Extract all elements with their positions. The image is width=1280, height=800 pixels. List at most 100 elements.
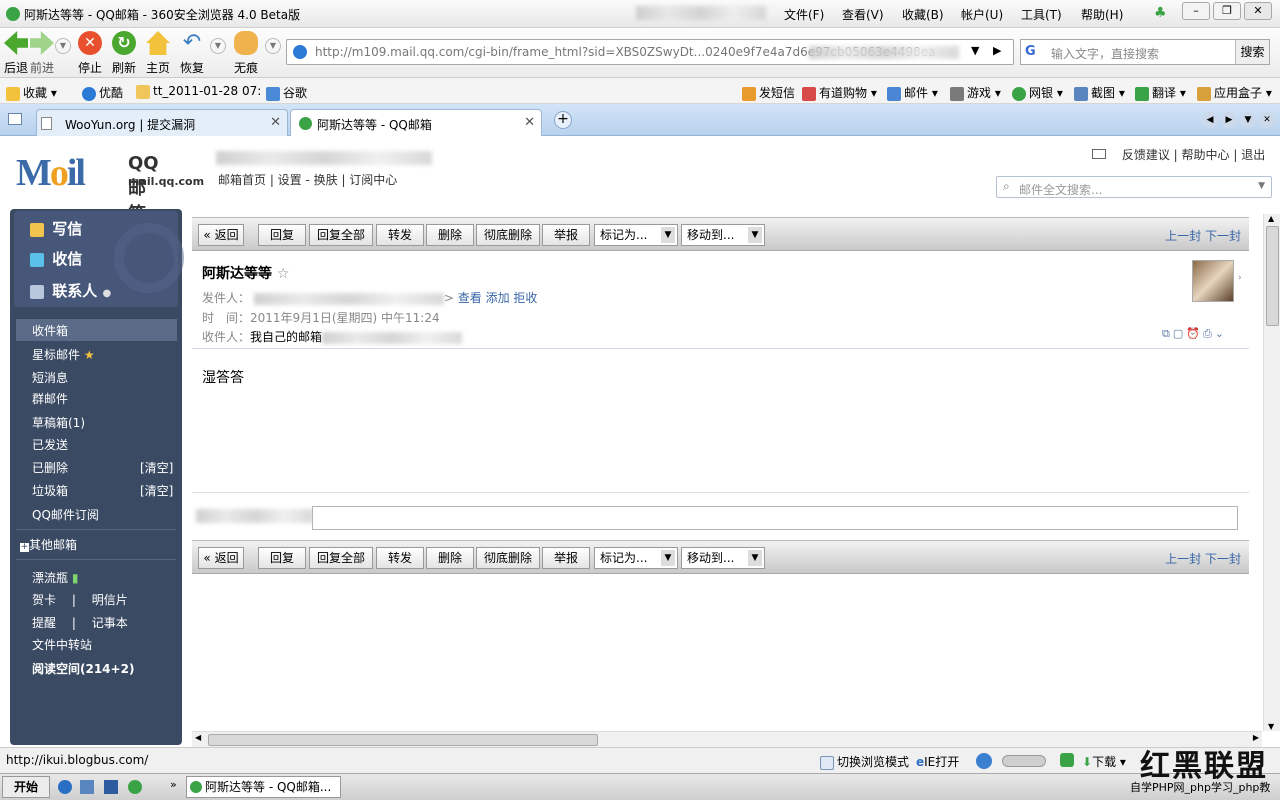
forward-button[interactable]: 前进 <box>26 31 58 76</box>
folder-starred[interactable]: 星标邮件 ★ <box>32 346 95 363</box>
folder-spam[interactable]: 垃圾箱 <box>32 482 68 499</box>
file-transfer[interactable]: 文件中转站 <box>32 636 92 653</box>
receive-button[interactable]: 收信 <box>30 248 82 269</box>
go-arrow-icon[interactable]: ▶ <box>993 44 1001 57</box>
chevron-right-icon[interactable]: › <box>1238 273 1242 283</box>
notrace-dropdown-icon[interactable]: ▼ <box>265 38 281 54</box>
stop-button[interactable]: ✕ 停止 <box>74 31 106 76</box>
new-window-icon[interactable]: ⧉ <box>1162 327 1173 340</box>
move-to-dropdown[interactable]: 移动到... ▼ <box>681 224 765 246</box>
folder-messages[interactable]: 短消息 <box>32 369 68 386</box>
forward-mail-button[interactable]: 转发 <box>376 547 424 569</box>
vertical-scrollbar[interactable]: ▲ ▼ <box>1263 214 1280 731</box>
menu-tools[interactable]: 工具(T) <box>1021 6 1062 23</box>
restore-button[interactable]: ↶ 恢复 <box>176 31 208 76</box>
reply-all-button[interactable]: 回复全部 <box>309 547 373 569</box>
feedback-link[interactable]: 反馈建议 <box>1122 148 1170 162</box>
sidebar-toggle-icon[interactable] <box>8 113 22 125</box>
reminder-link[interactable]: 提醒 <box>32 616 56 630</box>
menu-file[interactable]: 文件(F) <box>784 6 824 23</box>
globe-icon[interactable] <box>976 753 992 769</box>
back-to-list-button[interactable]: « 返回 <box>198 547 244 569</box>
report-button[interactable]: 举报 <box>542 547 590 569</box>
notepad-link[interactable]: 记事本 <box>92 616 128 630</box>
tab-close-icon[interactable]: ✕ <box>270 115 281 130</box>
browser-quicklaunch-icon[interactable] <box>128 780 142 794</box>
mark-as-dropdown[interactable]: 标记为... ▼ <box>594 547 678 569</box>
browser-search-box[interactable]: G 输入文字，直接搜索 搜索 <box>1020 39 1270 65</box>
favorites-menu[interactable]: 收藏 ▾ <box>6 84 57 101</box>
prev-mail-link[interactable]: 上一封 <box>1165 552 1201 566</box>
menu-account[interactable]: 帐户(U) <box>961 6 1003 23</box>
refresh-button[interactable]: ↻ 刷新 <box>108 31 140 76</box>
notrace-button[interactable]: 无痕 <box>230 31 262 76</box>
more-quicklaunch-icon[interactable]: » <box>170 778 177 791</box>
menu-help[interactable]: 帮助(H) <box>1081 6 1123 23</box>
history-dropdown-icon[interactable]: ▼ <box>55 38 71 54</box>
drift-bottle[interactable]: 漂流瓶 ▮ <box>32 569 78 586</box>
folder-inbox[interactable]: 收件箱 <box>16 319 177 341</box>
block-sender-link[interactable]: 拒收 <box>513 291 537 305</box>
tab-close-icon[interactable]: ✕ <box>524 115 535 130</box>
tab-list-icon[interactable]: ▼ <box>1240 112 1256 128</box>
write-button[interactable]: 写信 <box>30 218 82 239</box>
address-dropdown-icon[interactable]: ▼ <box>971 44 979 57</box>
folder-deleted[interactable]: 已删除 <box>32 459 68 476</box>
prev-mail-link[interactable]: 上一封 <box>1165 229 1201 243</box>
horizontal-scroll-thumb[interactable] <box>208 734 598 746</box>
tool-sms[interactable]: 发短信 <box>742 84 795 101</box>
folder-group-mail[interactable]: 群邮件 <box>32 390 68 407</box>
folder-drafts[interactable]: 草稿箱(1) <box>32 414 85 431</box>
alarm-icon[interactable]: ⏰ <box>1186 327 1203 340</box>
star-outline-icon[interactable]: ☆ <box>277 266 290 282</box>
scroll-down-icon[interactable]: ▼ <box>1268 722 1274 731</box>
tab-left-icon[interactable]: ◀ <box>1202 112 1218 128</box>
close-window-button[interactable]: ✕ <box>1244 2 1272 20</box>
qqmail-logo[interactable]: Moil QQ邮箱 mail.qq.com <box>16 151 204 225</box>
ie-open-button[interactable]: eIE打开 <box>916 753 959 770</box>
maximize-button[interactable]: ❐ <box>1213 2 1241 20</box>
taskbar-browser-item[interactable]: 阿斯达等等 - QQ邮箱... <box>186 776 341 798</box>
google-icon[interactable]: G <box>1025 44 1036 59</box>
report-button[interactable]: 举报 <box>542 224 590 246</box>
tab-right-icon[interactable]: ▶ <box>1221 112 1237 128</box>
reply-button[interactable]: 回复 <box>258 547 306 569</box>
sender-avatar[interactable] <box>1192 260 1234 302</box>
delete-button[interactable]: 删除 <box>426 547 474 569</box>
tool-mail[interactable]: 邮件 ▾ <box>887 84 938 101</box>
fav-tt[interactable]: tt_2011-01-28 07: <box>136 84 261 99</box>
mark-as-dropdown[interactable]: 标记为... ▼ <box>594 224 678 246</box>
tab-qqmail[interactable]: 阿斯达等等 - QQ邮箱 ✕ <box>290 109 542 136</box>
tool-bank[interactable]: 网银 ▾ <box>1012 84 1063 101</box>
tool-appbox[interactable]: 应用盒子 ▾ <box>1197 84 1272 101</box>
reply-all-button[interactable]: 回复全部 <box>309 224 373 246</box>
fav-google[interactable]: 谷歌 <box>266 84 307 101</box>
tool-translate[interactable]: 翻译 ▾ <box>1135 84 1186 101</box>
add-contact-link[interactable]: 添加 <box>486 291 510 305</box>
mail-search-input[interactable]: 邮件全文搜索... <box>1019 181 1102 198</box>
tool-games[interactable]: 游戏 ▾ <box>950 84 1001 101</box>
contacts-button[interactable]: 联系人 ● <box>30 280 111 301</box>
next-mail-link[interactable]: 下一封 <box>1205 552 1241 566</box>
skin-icon[interactable]: ♣ <box>1154 5 1167 21</box>
logout-link[interactable]: 退出 <box>1241 148 1265 162</box>
new-tab-icon[interactable]: + <box>554 111 572 129</box>
help-center-link[interactable]: 帮助中心 <box>1182 148 1230 162</box>
greeting-card-link[interactable]: 贺卡 <box>32 593 56 607</box>
expand-more-icon[interactable]: ⌄ <box>1215 327 1227 340</box>
print-icon[interactable]: ⎙ <box>1203 327 1215 340</box>
media-icon[interactable] <box>104 780 118 794</box>
tab-close-all-icon[interactable]: ✕ <box>1259 112 1275 128</box>
ie-quicklaunch-icon[interactable] <box>58 780 72 794</box>
clear-deleted-link[interactable]: [清空] <box>140 459 173 476</box>
tool-screenshot[interactable]: 截图 ▾ <box>1074 84 1125 101</box>
horizontal-scrollbar[interactable]: ◀ ▶ <box>192 731 1262 747</box>
home-button[interactable]: 主页 <box>142 31 174 76</box>
quicklaunch-icon[interactable] <box>80 780 94 794</box>
reply-button[interactable]: 回复 <box>258 224 306 246</box>
download-button[interactable]: ⬇下载 ▾ <box>1082 753 1126 770</box>
switch-mode-button[interactable]: 切换浏览模式 <box>820 753 909 770</box>
quick-reply-input[interactable] <box>312 506 1238 530</box>
scroll-up-icon[interactable]: ▲ <box>1268 214 1274 223</box>
top-links[interactable]: 邮箱首页 | 设置 - 换肤 | 订阅中心 <box>218 171 397 188</box>
